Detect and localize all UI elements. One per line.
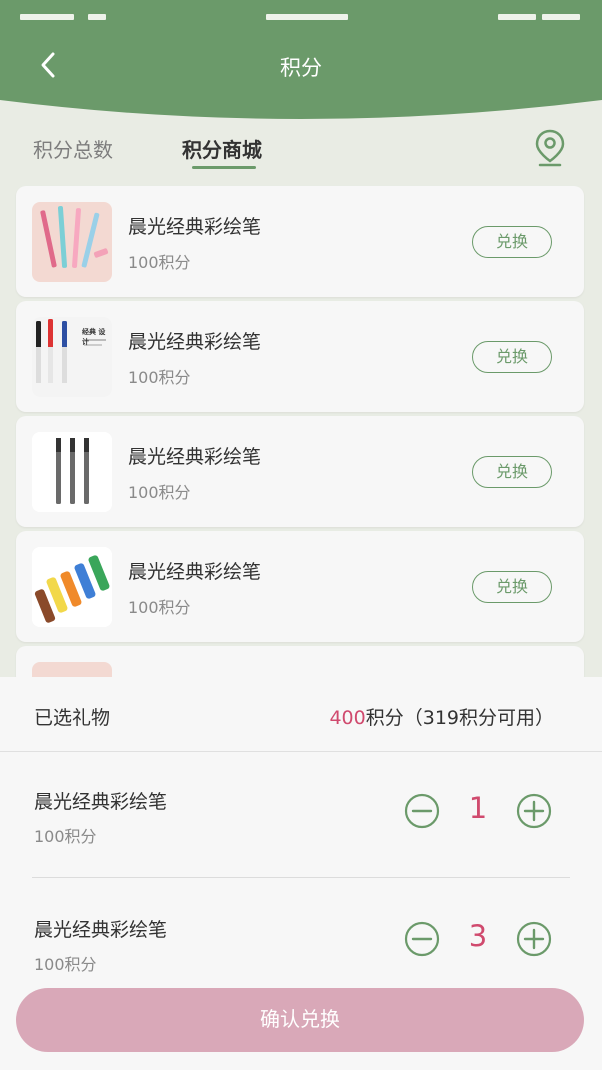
minus-circle-icon: [404, 793, 440, 829]
sheet-header: 已选礼物 400积分（319积分可用）: [0, 677, 602, 752]
selected-item-name: 晨光经典彩绘笔: [34, 919, 168, 941]
product-points: 100积分: [128, 483, 191, 502]
status-bar-signal: [20, 14, 74, 20]
selected-item-name: 晨光经典彩绘笔: [34, 791, 168, 813]
product-name: 晨光经典彩绘笔: [128, 446, 262, 468]
increase-quantity-button[interactable]: [516, 921, 552, 957]
redeem-button[interactable]: 兑换: [472, 571, 552, 603]
product-image: [32, 432, 112, 512]
product-points: 100积分: [128, 368, 191, 387]
confirm-redeem-button[interactable]: 确认兑换: [16, 988, 584, 1052]
decrease-quantity-button[interactable]: [404, 921, 440, 957]
redeem-button[interactable]: 兑换: [472, 226, 552, 258]
selected-item: 晨光经典彩绘笔 100积分 1: [0, 787, 602, 915]
points-summary: 400积分（319积分可用）: [329, 703, 554, 730]
quantity-value: 1: [468, 791, 488, 825]
product-card: 晨光经典彩绘笔 100积分 兑换: [16, 186, 584, 297]
sheet-title: 已选礼物: [34, 707, 111, 729]
selected-points-total: 400: [329, 707, 366, 729]
product-points: 100积分: [128, 598, 191, 617]
decrease-quantity-button[interactable]: [404, 793, 440, 829]
redeem-button[interactable]: 兑换: [472, 456, 552, 488]
plus-circle-icon: [516, 921, 552, 957]
increase-quantity-button[interactable]: [516, 793, 552, 829]
page-title: 积分: [280, 56, 322, 80]
redeem-button[interactable]: 兑换: [472, 341, 552, 373]
product-card: 经典 设计 晨光经典彩绘笔 100积分 兑换: [16, 301, 584, 412]
selected-item-points: 100积分: [34, 955, 97, 974]
product-card: 晨光经典彩绘笔 100积分 兑换: [16, 531, 584, 642]
tab-points-total[interactable]: 积分总数: [33, 134, 113, 163]
location-pin-icon[interactable]: [534, 128, 566, 168]
product-image: [32, 202, 112, 282]
status-bar-wifi: [88, 14, 106, 20]
product-name: 晨光经典彩绘笔: [128, 331, 262, 353]
quantity-value: 3: [468, 919, 488, 953]
plus-circle-icon: [516, 793, 552, 829]
item-divider: [32, 877, 570, 878]
status-bar-battery: [542, 14, 580, 20]
minus-circle-icon: [404, 921, 440, 957]
product-list: 晨光经典彩绘笔 100积分 兑换 经典 设计 晨光经典彩绘笔 100积分 兑换: [16, 186, 584, 690]
product-name: 晨光经典彩绘笔: [128, 216, 262, 238]
product-card: 晨光经典彩绘笔 100积分 兑换: [16, 416, 584, 527]
product-image: [32, 547, 112, 627]
product-points: 100积分: [128, 253, 191, 272]
selected-gifts-sheet: 已选礼物 400积分（319积分可用） 晨光经典彩绘笔 100积分 1 晨光经典…: [0, 677, 602, 1070]
tab-points-mall[interactable]: 积分商城: [182, 134, 262, 163]
status-bar-percent: [498, 14, 536, 20]
product-image-caption: 经典 设计: [82, 328, 106, 346]
available-points-note: 积分（319积分可用）: [365, 707, 554, 729]
header: 积分: [0, 0, 602, 122]
status-bar: [0, 14, 602, 22]
tab-bar: 积分总数 积分商城: [0, 134, 602, 174]
product-name: 晨光经典彩绘笔: [128, 561, 262, 583]
selected-item-points: 100积分: [34, 827, 97, 846]
active-tab-indicator: [192, 166, 256, 169]
product-image: 经典 设计: [32, 317, 112, 397]
status-bar-time: [266, 14, 348, 20]
